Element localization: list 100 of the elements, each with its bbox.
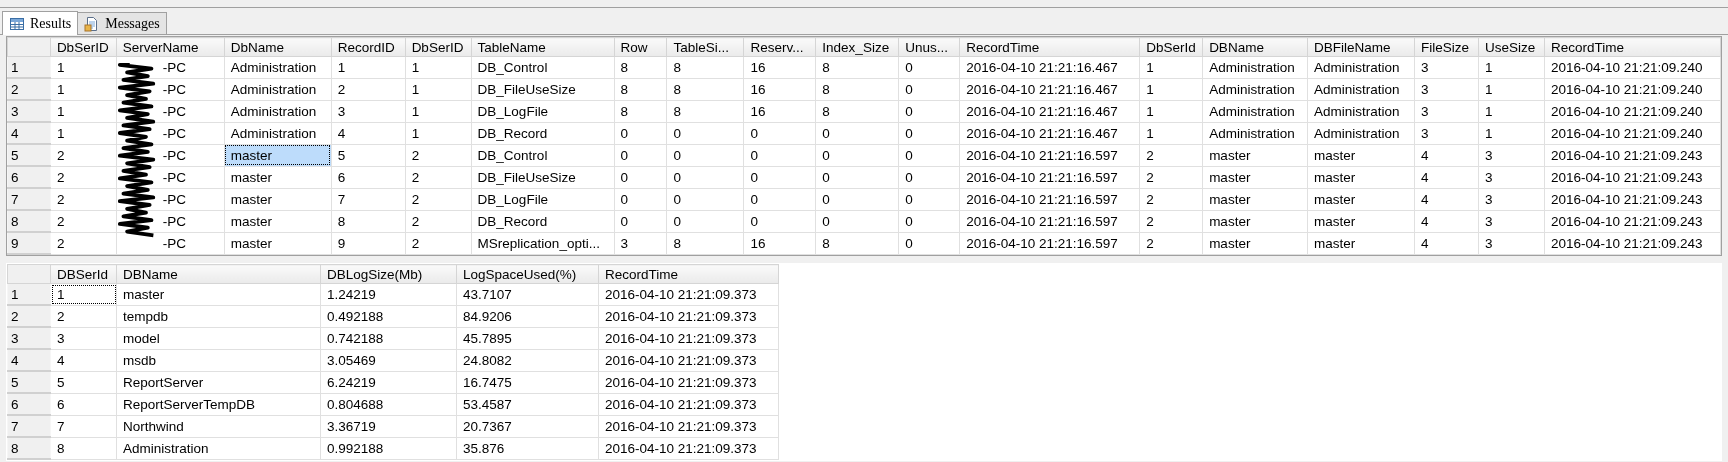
table-cell: 0 (614, 144, 667, 166)
table-cell: 3 (1478, 166, 1545, 188)
row-number[interactable]: 2 (7, 305, 51, 327)
table-cell: 8 (666, 232, 744, 254)
column-header[interactable]: TableSi... (666, 37, 744, 57)
table-cell: Administration (1202, 122, 1308, 144)
table-cell: -PC (116, 78, 225, 100)
table-cell: 2016-04-10 21:21:09.240 (1544, 122, 1721, 144)
row-number[interactable]: 2 (7, 78, 51, 100)
column-header[interactable]: DBFileName (1307, 37, 1415, 57)
row-number[interactable]: 9 (7, 232, 51, 254)
row-number[interactable]: 5 (7, 144, 51, 166)
column-header[interactable]: FileSize (1414, 37, 1479, 57)
column-header[interactable]: RecordTime (1544, 37, 1721, 57)
column-header[interactable]: DbSerID (405, 37, 472, 57)
table-cell: -PC (116, 56, 225, 78)
table-cell: 2016-04-10 21:21:09.240 (1544, 56, 1721, 78)
table-cell: master (1202, 210, 1308, 232)
table-cell: -PC (116, 144, 225, 166)
table-cell: 2 (1139, 232, 1203, 254)
column-header[interactable]: DbSerId (1139, 37, 1203, 57)
table-cell: master (224, 188, 332, 210)
row-number[interactable]: 1 (7, 56, 51, 78)
column-header[interactable]: RecordTime (598, 264, 779, 284)
table-cell: 2 (50, 188, 117, 210)
column-header[interactable]: DbName (224, 37, 332, 57)
row-number[interactable]: 6 (7, 393, 51, 415)
table-cell: 1 (1478, 122, 1545, 144)
table-cell: master (1307, 210, 1415, 232)
column-header[interactable]: LogSpaceUsed(%) (456, 264, 599, 284)
table-cell: master (1307, 232, 1415, 254)
column-header[interactable]: DbSerID (50, 37, 117, 57)
table-cell: master (1202, 144, 1308, 166)
row-number[interactable]: 7 (7, 188, 51, 210)
table-cell: tempdb (116, 305, 321, 327)
table-cell: 3 (50, 327, 117, 349)
table-cell: 8 (666, 78, 744, 100)
table-cell: 0 (815, 166, 899, 188)
table-cell: 35.876 (456, 437, 599, 459)
results-tab[interactable]: Results (2, 11, 79, 35)
row-number[interactable]: 6 (7, 166, 51, 188)
table-cell: 5 (50, 371, 117, 393)
table-cell: 0 (614, 166, 667, 188)
table-cell: MSreplication_opti... (471, 232, 615, 254)
table-cell: 3 (1478, 144, 1545, 166)
table-cell: 0 (815, 188, 899, 210)
table-cell: 0.742188 (320, 327, 457, 349)
row-number[interactable]: 5 (7, 371, 51, 393)
column-header[interactable]: DBName (116, 264, 321, 284)
column-header[interactable]: Index_Size (815, 37, 899, 57)
table-cell: 1 (50, 78, 117, 100)
table-cell: 0 (898, 166, 960, 188)
table-cell: -PC (116, 166, 225, 188)
row-number[interactable]: 8 (7, 210, 51, 232)
table-cell: ReportServer (116, 371, 321, 393)
row-number[interactable]: 4 (7, 349, 51, 371)
row-number[interactable]: 1 (7, 283, 51, 305)
table-cell: 8 (614, 78, 667, 100)
table-cell: Administration (1307, 56, 1415, 78)
table-cell: 2016-04-10 21:21:09.243 (1544, 166, 1721, 188)
column-header[interactable]: Unus... (898, 37, 960, 57)
column-header[interactable]: RecordID (331, 37, 406, 57)
table-cell: 8 (331, 210, 406, 232)
column-header[interactable]: DBLogSize(Mb) (320, 264, 457, 284)
table-cell: Northwind (116, 415, 321, 437)
row-number[interactable]: 3 (7, 100, 51, 122)
table-cell: 3.05469 (320, 349, 457, 371)
table-cell: 53.4587 (456, 393, 599, 415)
table-cell: 16.7475 (456, 371, 599, 393)
row-number[interactable]: 4 (7, 122, 51, 144)
table-cell: master (1202, 166, 1308, 188)
table-cell: 20.7367 (456, 415, 599, 437)
table-cell: 0 (666, 144, 744, 166)
table-cell: 43.7107 (456, 283, 599, 305)
table-cell: 16 (743, 100, 816, 122)
table-cell: 4 (1414, 232, 1479, 254)
table-cell: 0 (666, 210, 744, 232)
table-cell: 2016-04-10 21:21:09.240 (1544, 100, 1721, 122)
column-header[interactable]: ServerName (116, 37, 225, 57)
row-number[interactable]: 3 (7, 327, 51, 349)
table-cell: Administration (224, 100, 332, 122)
table-cell: Administration (1202, 56, 1308, 78)
table-cell: 8 (666, 56, 744, 78)
table-cell: 0 (743, 210, 816, 232)
column-header[interactable]: TableName (471, 37, 615, 57)
row-number[interactable]: 7 (7, 415, 51, 437)
table-cell: 2016-04-10 21:21:09.373 (598, 415, 779, 437)
column-header[interactable]: UseSize (1478, 37, 1545, 57)
column-header[interactable]: DBName (1202, 37, 1308, 57)
table-cell: 0 (614, 210, 667, 232)
column-header[interactable]: RecordTime (959, 37, 1140, 57)
messages-tab[interactable]: Messages (77, 12, 167, 34)
table-cell: 0 (614, 122, 667, 144)
table-cell: 2016-04-10 21:21:16.597 (959, 166, 1140, 188)
column-header[interactable]: DBSerId (50, 264, 117, 284)
row-number[interactable]: 8 (7, 437, 51, 459)
table-cell: master (1307, 188, 1415, 210)
column-header[interactable]: Reserv... (743, 37, 816, 57)
table-cell: 2016-04-10 21:21:09.243 (1544, 210, 1721, 232)
column-header[interactable]: Row (614, 37, 667, 57)
